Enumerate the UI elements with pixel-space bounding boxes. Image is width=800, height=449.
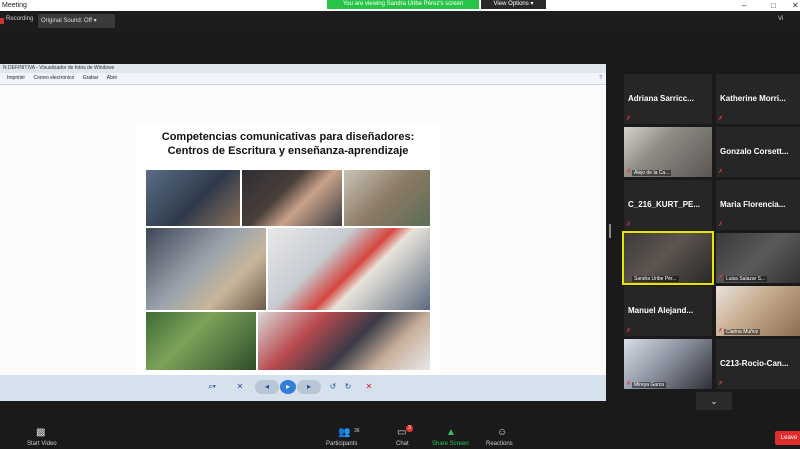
collage-photo-garden bbox=[146, 312, 256, 370]
participant-tile[interactable]: C213-Rocio-Can... ✗ bbox=[716, 339, 800, 389]
participant-name: Maria Florencia... bbox=[720, 200, 786, 209]
scroll-down-button[interactable]: ⌄ bbox=[696, 392, 732, 410]
participant-tile[interactable]: Katherine Morri... ✗ bbox=[716, 74, 800, 124]
photo-viewer-title: N DEFINITIVA - Visualizador de fotos de … bbox=[0, 64, 606, 73]
slideshow-icon[interactable]: ▸ bbox=[280, 380, 296, 394]
reactions-button[interactable]: Reactions bbox=[486, 441, 513, 447]
participant-name: Adriana Sarricc... bbox=[628, 94, 694, 103]
participant-tile[interactable]: C_216_KURT_PE... ✗ bbox=[624, 180, 712, 230]
reactions-icon[interactable]: ☺ bbox=[497, 427, 507, 438]
participants-button[interactable]: Participants bbox=[326, 441, 357, 447]
mic-muted-icon: ✗ bbox=[718, 328, 724, 334]
mic-muted-icon: ✗ bbox=[718, 381, 724, 387]
collage-photo-lab bbox=[146, 228, 266, 310]
delete-icon[interactable]: ✕ bbox=[362, 380, 376, 394]
leave-button[interactable]: Leave bbox=[775, 431, 800, 445]
participant-name: Katherine Morri... bbox=[720, 94, 786, 103]
chat-badge: 3 bbox=[406, 425, 413, 432]
chevron-down-icon: ⌄ bbox=[710, 396, 718, 406]
next-icon[interactable]: ▸ bbox=[297, 380, 321, 394]
participants-icon[interactable]: 👥 bbox=[338, 427, 350, 438]
meeting-toolbar bbox=[0, 11, 800, 33]
menu-print[interactable]: Imprimir bbox=[7, 75, 25, 81]
participant-tile[interactable]: Adriana Sarricc... ✗ bbox=[624, 74, 712, 124]
mic-muted-icon: ✗ bbox=[718, 275, 724, 281]
menu-email[interactable]: Correo electrónico bbox=[33, 75, 74, 81]
mic-muted-icon: ✗ bbox=[626, 328, 632, 334]
zoom-icon[interactable]: ⌕▾ bbox=[200, 380, 224, 394]
active-speaker-tile[interactable]: Sandra Uribe Pér... bbox=[622, 231, 714, 285]
collage-photo-presentation bbox=[268, 228, 430, 310]
photo-display-area: Competencias comunicativas para diseñado… bbox=[0, 85, 606, 376]
help-icon[interactable]: ? bbox=[599, 73, 602, 84]
mic-muted-icon: ✗ bbox=[626, 116, 632, 122]
participant-name: Clarina Muñoz bbox=[724, 329, 761, 335]
participant-name: Mireya Garza bbox=[632, 382, 667, 388]
slide-title-line1: Competencias comunicativas para diseñado… bbox=[161, 131, 415, 143]
collage-photo-classroom bbox=[146, 170, 240, 226]
participant-tile[interactable]: ✗ Luisa Salazar S... bbox=[716, 233, 800, 283]
window-title: Meeting bbox=[2, 2, 27, 9]
view-button[interactable]: Vi bbox=[778, 16, 783, 22]
slide-title-line2: Centros de Escritura y enseñanza-aprendi… bbox=[167, 145, 409, 157]
participant-tile[interactable]: Gonzalo Corsett... ✗ bbox=[716, 127, 800, 177]
chat-button[interactable]: Chat bbox=[396, 441, 409, 447]
shared-screen: N DEFINITIVA - Visualizador de fotos de … bbox=[0, 64, 606, 401]
participant-name: Manuel Alejand... bbox=[628, 306, 694, 315]
view-options-button[interactable]: View Options ▾ bbox=[481, 0, 546, 9]
mic-muted-icon: ✗ bbox=[718, 222, 724, 228]
mic-muted-icon: ✗ bbox=[718, 169, 724, 175]
fit-icon[interactable]: ✕ bbox=[233, 380, 247, 394]
recording-label: Recording bbox=[6, 16, 34, 22]
rotate-right-icon[interactable]: ↻ bbox=[342, 380, 354, 394]
share-screen-button[interactable]: Share Screen bbox=[432, 441, 469, 447]
collage-photo-workshop bbox=[344, 170, 430, 226]
participant-tile[interactable]: ✗ Clarina Muñoz bbox=[716, 286, 800, 336]
collage-photo-group-work bbox=[258, 312, 430, 370]
collage-photo-videocall bbox=[242, 170, 342, 226]
mic-muted-icon: ✗ bbox=[626, 169, 632, 175]
menu-burn[interactable]: Grabar bbox=[83, 75, 99, 81]
slide-image: Competencias comunicativas para diseñado… bbox=[136, 124, 440, 376]
mic-muted-icon: ✗ bbox=[718, 116, 724, 122]
rotate-left-icon[interactable]: ↺ bbox=[327, 380, 339, 394]
previous-icon[interactable]: ◂ bbox=[255, 380, 279, 394]
minimize-icon[interactable]: – bbox=[742, 0, 746, 11]
start-video-button[interactable]: Start Video bbox=[27, 441, 57, 447]
original-sound-label: Original Sound: Off bbox=[41, 18, 92, 24]
menu-open[interactable]: Abrir bbox=[107, 75, 118, 81]
video-off-icon[interactable]: ▩ bbox=[36, 427, 45, 438]
participant-name: Alejo de la Ca... bbox=[632, 170, 672, 176]
participant-name: Luisa Salazar S... bbox=[724, 276, 768, 282]
participant-tile[interactable]: Manuel Alejand... ✗ bbox=[624, 286, 712, 336]
share-screen-icon[interactable]: ▲ bbox=[446, 427, 456, 438]
screen-share-banner: You are viewing Sandra Uribe Pérez's scr… bbox=[327, 0, 479, 9]
view-options-label: View Options bbox=[493, 1, 529, 7]
close-icon[interactable]: ✕ bbox=[792, 0, 799, 11]
participant-name: C_216_KURT_PE... bbox=[628, 200, 701, 209]
participant-tile[interactable]: Maria Florencia... ✗ bbox=[716, 180, 800, 230]
participant-tile[interactable]: ✗ Alejo de la Ca... bbox=[624, 127, 712, 177]
maximize-icon[interactable]: □ bbox=[771, 0, 776, 11]
original-sound-toggle[interactable]: Original Sound: Off ▾ bbox=[38, 14, 115, 28]
mic-muted-icon: ✗ bbox=[626, 222, 632, 228]
participant-name: Gonzalo Corsett... bbox=[720, 147, 789, 156]
participant-name: Sandra Uribe Pér... bbox=[632, 276, 679, 282]
photo-viewer-menu: Imprimir Correo electrónico Grabar Abrir… bbox=[0, 73, 606, 85]
participant-name: C213-Rocio-Can... bbox=[720, 359, 789, 368]
photo-viewer-controls: ⌕▾ ✕ ◂ ▸ ▸ ↺ ↻ ✕ bbox=[0, 375, 606, 401]
slide-title: Competencias comunicativas para diseñado… bbox=[136, 130, 440, 158]
recording-icon bbox=[0, 18, 4, 24]
participant-tile[interactable]: ✗ Mireya Garza bbox=[624, 339, 712, 389]
mic-muted-icon: ✗ bbox=[626, 381, 632, 387]
participants-count: 36 bbox=[354, 428, 360, 434]
panel-resize-handle[interactable] bbox=[609, 224, 611, 238]
